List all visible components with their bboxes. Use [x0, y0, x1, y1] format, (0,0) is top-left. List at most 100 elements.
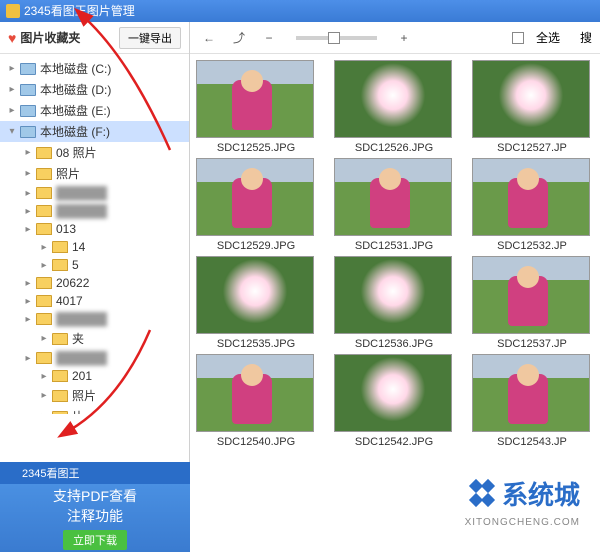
folder-icon — [36, 313, 52, 325]
tree-toggle-icon[interactable]: ▸ — [6, 105, 18, 116]
tree-toggle-icon[interactable]: ▸ — [22, 206, 34, 217]
thumbnail[interactable]: SDC12531.JPG — [334, 158, 454, 252]
thumbnail-image[interactable] — [472, 354, 590, 432]
thumbnail-label: SDC12537.JP — [472, 338, 592, 350]
select-all-checkbox[interactable] — [512, 32, 524, 44]
thumbnail-label: SDC12529.JPG — [196, 240, 316, 252]
folder-icon — [52, 259, 68, 271]
tree-toggle-icon[interactable]: ▸ — [6, 63, 18, 74]
tree-toggle-icon[interactable]: ▸ — [22, 296, 34, 307]
drive-label: 本地磁盘 (D:) — [40, 81, 111, 98]
thumbnail[interactable]: SDC12540.JPG — [196, 354, 316, 448]
watermark-sub: XITONGCHENG.COM — [465, 517, 580, 528]
thumbnail-image[interactable] — [196, 60, 314, 138]
thumbnail-image[interactable] — [334, 158, 452, 236]
thumbnail-image[interactable] — [334, 60, 452, 138]
tree-toggle-icon[interactable]: ▸ — [22, 224, 34, 235]
up-button[interactable]: ⤴ — [228, 27, 250, 49]
zoom-slider[interactable] — [296, 36, 377, 40]
tree-folder[interactable]: ▸照片 — [0, 385, 189, 406]
tree-toggle-icon[interactable]: ▸ — [38, 371, 50, 382]
thumbnail[interactable]: SDC12527.JP — [472, 60, 592, 154]
folder-label: 4017 — [56, 294, 83, 308]
drive-icon — [20, 126, 36, 138]
tree-toggle-icon[interactable]: ▾ — [6, 126, 18, 137]
tree-folder[interactable]: ▸5 — [0, 256, 189, 274]
thumbnail-image[interactable] — [196, 158, 314, 236]
app-icon-small — [6, 467, 18, 479]
taskbar-app[interactable]: 2345看图王 — [0, 462, 190, 484]
tree-folder[interactable]: ▸08 照片 — [0, 142, 189, 163]
zoom-in-button[interactable]: + — [393, 27, 415, 49]
tree-folder[interactable]: ▸ ██████ — [0, 184, 189, 202]
back-button[interactable]: ← — [198, 27, 220, 49]
tree-toggle-icon[interactable]: ▸ — [22, 168, 34, 179]
tree-toggle-icon[interactable]: ▸ — [22, 314, 34, 325]
tree-drive[interactable]: ▸ 本地磁盘 (C:) — [0, 58, 189, 79]
tree-toggle-icon[interactable]: ▸ — [38, 390, 50, 401]
tree-drive[interactable]: ▸ 本地磁盘 (E:) — [0, 100, 189, 121]
thumbnail-label: SDC12527.JP — [472, 142, 592, 154]
tree-toggle-icon[interactable]: ▸ — [22, 353, 34, 364]
tree-folder[interactable]: ▸██████ — [0, 349, 189, 367]
folder-icon — [52, 390, 68, 402]
tree-toggle-icon[interactable]: ▸ — [38, 333, 50, 344]
tree-toggle-icon[interactable]: ▸ — [38, 242, 50, 253]
drive-icon — [20, 84, 36, 96]
thumbnail-image[interactable] — [334, 256, 452, 334]
thumbnail[interactable]: SDC12537.JP — [472, 256, 592, 350]
tree-folder[interactable]: ▸201 — [0, 367, 189, 385]
zoom-out-button[interactable]: − — [258, 27, 280, 49]
tree-folder[interactable]: ▸夹 — [0, 328, 189, 349]
tree-folder[interactable]: ▸██████ — [0, 310, 189, 328]
drive-label: 本地磁盘 (C:) — [40, 60, 111, 77]
export-button[interactable]: 一键导出 — [119, 27, 181, 49]
thumbnail-label: SDC12526.JPG — [334, 142, 454, 154]
drive-label: 本地磁盘 (F:) — [40, 123, 110, 140]
thumbnail[interactable]: SDC12536.JPG — [334, 256, 454, 350]
thumbnail[interactable]: SDC12532.JP — [472, 158, 592, 252]
tree-folder[interactable]: ▸██████ — [0, 202, 189, 220]
folder-label: ██████ — [56, 186, 107, 200]
thumbnail-image[interactable] — [472, 158, 590, 236]
thumbnail[interactable]: SDC12525.JPG — [196, 60, 316, 154]
tree-toggle-icon[interactable]: ▸ — [38, 260, 50, 271]
tree-drive[interactable]: ▾ 本地磁盘 (F:) — [0, 121, 189, 142]
thumbnail[interactable]: SDC12535.JPG — [196, 256, 316, 350]
tree-toggle-icon[interactable]: ▸ — [22, 278, 34, 289]
folder-label: 20622 — [56, 276, 89, 290]
thumbnail[interactable]: SDC12543.JP — [472, 354, 592, 448]
thumbnail-label: SDC12535.JPG — [196, 338, 316, 350]
thumbnail-label: SDC12531.JPG — [334, 240, 454, 252]
folder-label: 夹 — [72, 330, 84, 347]
tree-drive[interactable]: ▸ 本地磁盘 (D:) — [0, 79, 189, 100]
tree-toggle-icon[interactable]: ▸ — [22, 147, 34, 158]
ad-banner[interactable]: 支持PDF查看 注释功能 立即下载 — [0, 484, 190, 520]
thumbnail-image[interactable] — [472, 60, 590, 138]
thumbnail-label: SDC12525.JPG — [196, 142, 316, 154]
titlebar: 2345看图王图片管理 — [0, 0, 600, 22]
tree-folder[interactable]: ▸14 — [0, 238, 189, 256]
tree-folder[interactable]: ▸013 — [0, 220, 189, 238]
tree-folder[interactable]: ▸ 照片 — [0, 163, 189, 184]
thumbnail-image[interactable] — [334, 354, 452, 432]
search-label[interactable]: 搜 — [580, 29, 592, 46]
thumbnail[interactable]: SDC12529.JPG — [196, 158, 316, 252]
zoom-handle[interactable] — [328, 32, 340, 44]
tree-toggle-icon[interactable]: ▸ — [6, 84, 18, 95]
folder-icon — [36, 223, 52, 235]
tree-folder[interactable]: ▸ 4017 — [0, 292, 189, 310]
tree-folder[interactable]: ▸片 — [0, 406, 189, 414]
thumbnail[interactable]: SDC12542.JPG — [334, 354, 454, 448]
drive-label: 本地磁盘 (E:) — [40, 102, 111, 119]
tree-toggle-icon[interactable]: ▸ — [22, 188, 34, 199]
thumbnail[interactable]: SDC12526.JPG — [334, 60, 454, 154]
app-icon — [6, 4, 20, 18]
tree-folder[interactable]: ▸ 20622 — [0, 274, 189, 292]
thumbnail-image[interactable] — [196, 256, 314, 334]
tree-toggle-icon[interactable]: ▸ — [38, 411, 50, 414]
thumbnail-image[interactable] — [472, 256, 590, 334]
thumbnail-image[interactable] — [196, 354, 314, 432]
folder-label: 照片 — [56, 165, 80, 182]
thumbnail-label: SDC12542.JPG — [334, 436, 454, 448]
